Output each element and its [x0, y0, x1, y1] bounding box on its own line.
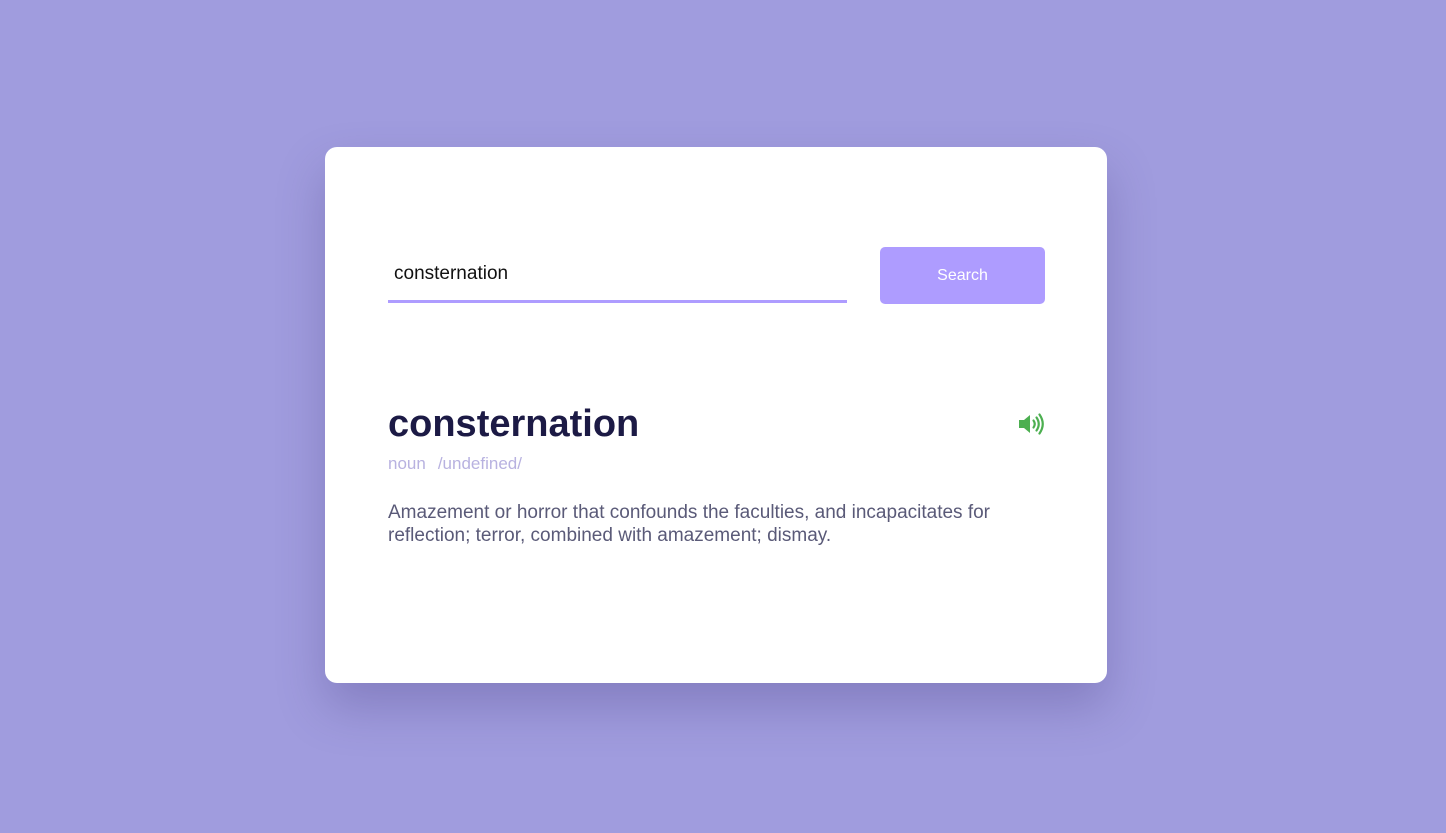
result-panel: consternation noun/undefined/ Amazement …: [388, 402, 1045, 566]
word-meta: noun/undefined/: [388, 454, 1045, 474]
part-of-speech: noun: [388, 454, 426, 473]
phonetic: /undefined/: [437, 454, 522, 473]
search-bar: Search: [388, 247, 1045, 304]
result-word: consternation: [388, 403, 640, 445]
search-input[interactable]: [388, 247, 847, 303]
search-button[interactable]: Search: [880, 247, 1045, 304]
play-pronunciation-button[interactable]: [1017, 412, 1045, 436]
definition-text: Amazement or horror that confounds the f…: [388, 502, 990, 546]
dictionary-card: Search consternation noun/undefined/ Ama…: [325, 147, 1107, 683]
volume-icon: [1019, 413, 1044, 435]
